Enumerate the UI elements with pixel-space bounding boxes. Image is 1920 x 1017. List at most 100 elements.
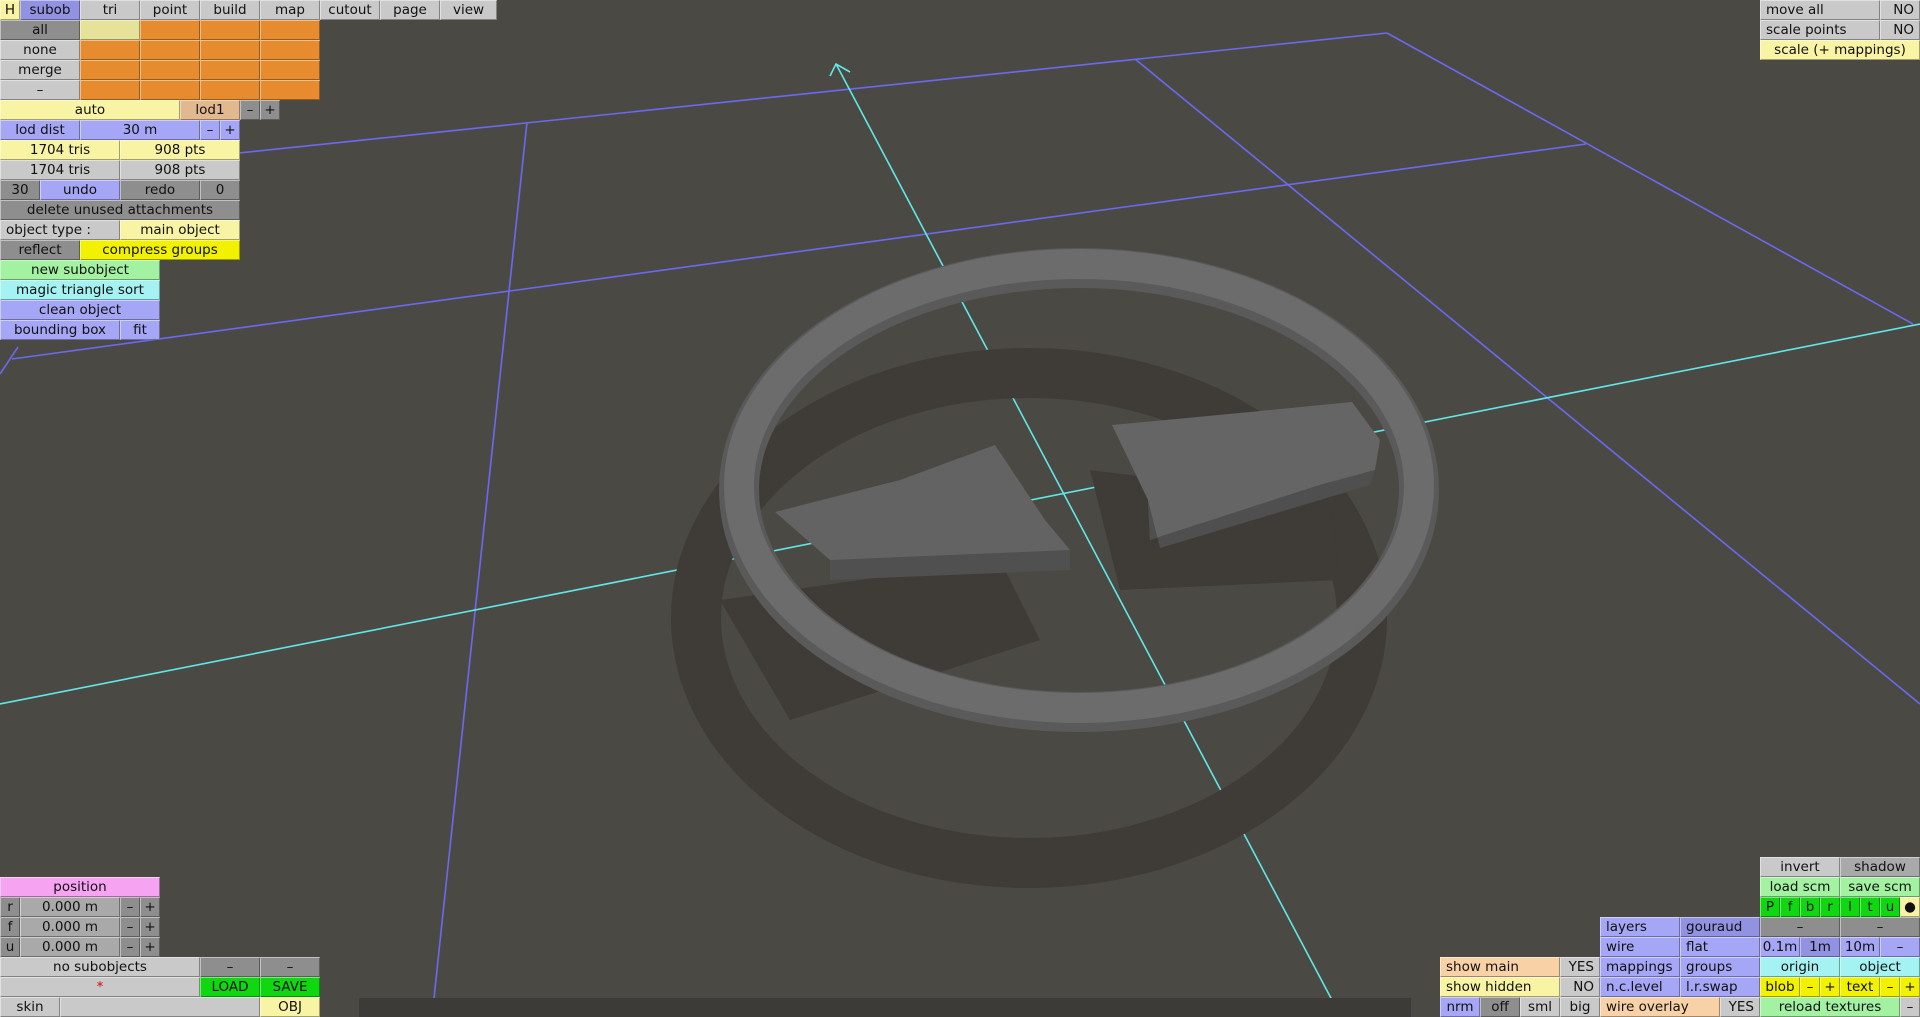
view-u[interactable]: u — [1880, 897, 1900, 917]
move-all-toggle[interactable]: move all — [1760, 0, 1880, 20]
tab-point[interactable]: point — [140, 0, 200, 20]
save-button[interactable]: SAVE — [260, 977, 320, 997]
normals-off[interactable]: off — [1480, 997, 1520, 1017]
show-main-toggle[interactable]: show main — [1440, 957, 1560, 977]
swatch[interactable] — [140, 40, 200, 60]
save-scm-button[interactable]: save scm — [1840, 877, 1920, 897]
tab-view[interactable]: view — [440, 0, 497, 20]
layers-button[interactable]: layers — [1600, 917, 1680, 937]
magic-sort-button[interactable]: magic triangle sort — [0, 280, 160, 300]
pos-r-minus[interactable]: – — [120, 897, 140, 917]
tab-page[interactable]: page — [380, 0, 440, 20]
groups-button[interactable]: groups — [1680, 957, 1760, 977]
merge-button[interactable]: merge — [0, 60, 80, 80]
view-p[interactable]: P — [1760, 897, 1780, 917]
origin-button[interactable]: origin — [1760, 957, 1840, 977]
reload-textures-button[interactable]: reload textures — [1760, 997, 1900, 1017]
tab-tri[interactable]: tri — [80, 0, 140, 20]
pos-u-value[interactable]: 0.000 m — [20, 937, 120, 957]
swatch[interactable] — [200, 20, 260, 40]
lod-plus-button[interactable]: + — [260, 100, 280, 120]
gouraud-button[interactable]: gouraud — [1680, 917, 1760, 937]
grid-10m[interactable]: 10m — [1840, 937, 1880, 957]
view-t[interactable]: t — [1860, 897, 1880, 917]
filename-field[interactable]: * — [0, 977, 200, 997]
normals-sml[interactable]: sml — [1520, 997, 1560, 1017]
fit-button[interactable]: fit — [120, 320, 160, 340]
swatch[interactable] — [200, 40, 260, 60]
lod-auto-button[interactable]: auto — [0, 100, 180, 120]
shadow-button[interactable]: shadow — [1840, 857, 1920, 877]
redo-button[interactable]: redo — [120, 180, 200, 200]
object-button[interactable]: object — [1840, 957, 1920, 977]
wire-overlay-value[interactable]: YES — [1720, 997, 1760, 1017]
pos-r-value[interactable]: 0.000 m — [20, 897, 120, 917]
text-plus[interactable]: + — [1900, 977, 1920, 997]
tab-build[interactable]: build — [200, 0, 260, 20]
swatch[interactable] — [80, 80, 140, 100]
dash-button[interactable]: – — [0, 80, 80, 100]
swatch[interactable] — [200, 60, 260, 80]
wire-button[interactable]: wire — [1600, 937, 1680, 957]
swatch[interactable] — [260, 80, 320, 100]
dash-button[interactable]: – — [1840, 917, 1920, 937]
subobject-dash-2[interactable]: – — [260, 957, 320, 977]
subobject-dash-1[interactable]: – — [200, 957, 260, 977]
lod-dist-value[interactable]: 30 m — [80, 120, 200, 140]
load-scm-button[interactable]: load scm — [1760, 877, 1840, 897]
blob-button[interactable]: blob — [1760, 977, 1800, 997]
lod-minus-button[interactable]: – — [240, 100, 260, 120]
move-all-value[interactable]: NO — [1880, 0, 1920, 20]
pos-u-minus[interactable]: – — [120, 937, 140, 957]
grid-0-1m[interactable]: 0.1m — [1760, 937, 1800, 957]
skin-field[interactable] — [60, 997, 260, 1017]
swatch[interactable] — [140, 20, 200, 40]
viewport-3d[interactable] — [0, 0, 1920, 1017]
undo-button[interactable]: undo — [40, 180, 120, 200]
dash-button[interactable]: – — [1760, 917, 1840, 937]
wire-overlay-toggle[interactable]: wire overlay — [1600, 997, 1720, 1017]
menu-h[interactable]: H — [0, 0, 20, 20]
swatch[interactable] — [140, 60, 200, 80]
blob-minus[interactable]: – — [1800, 977, 1820, 997]
swatch[interactable] — [260, 20, 320, 40]
show-hidden-value[interactable]: NO — [1560, 977, 1600, 997]
swatch[interactable] — [200, 80, 260, 100]
reload-minus[interactable]: – — [1900, 997, 1920, 1017]
swatch[interactable] — [140, 80, 200, 100]
view-dot[interactable]: ● — [1900, 897, 1920, 917]
bounding-box-button[interactable]: bounding box — [0, 320, 120, 340]
subobject-select[interactable]: no subobjects — [0, 957, 200, 977]
select-all-button[interactable]: all — [0, 20, 80, 40]
mappings-button[interactable]: mappings — [1600, 957, 1680, 977]
nc-level-button[interactable]: n.c.level — [1600, 977, 1680, 997]
lod-dist-plus[interactable]: + — [220, 120, 240, 140]
tab-subob[interactable]: subob — [20, 0, 80, 20]
lr-swap-button[interactable]: l.r.swap — [1680, 977, 1760, 997]
tab-cutout[interactable]: cutout — [320, 0, 380, 20]
flat-button[interactable]: flat — [1680, 937, 1760, 957]
show-hidden-toggle[interactable]: show hidden — [1440, 977, 1560, 997]
reflect-button[interactable]: reflect — [0, 240, 80, 260]
pos-u-plus[interactable]: + — [140, 937, 160, 957]
pos-f-minus[interactable]: – — [120, 917, 140, 937]
normals-big[interactable]: big — [1560, 997, 1600, 1017]
lod-level-button[interactable]: lod1 — [180, 100, 240, 120]
scale-points-toggle[interactable]: scale points — [1760, 20, 1880, 40]
swatch[interactable] — [80, 40, 140, 60]
lod-dist-minus[interactable]: – — [200, 120, 220, 140]
pos-f-value[interactable]: 0.000 m — [20, 917, 120, 937]
text-button[interactable]: text — [1840, 977, 1880, 997]
grid-minus[interactable]: – — [1880, 937, 1920, 957]
scale-points-value[interactable]: NO — [1880, 20, 1920, 40]
swatch[interactable] — [260, 40, 320, 60]
new-subobject-button[interactable]: new subobject — [0, 260, 160, 280]
text-minus[interactable]: – — [1880, 977, 1900, 997]
invert-button[interactable]: invert — [1760, 857, 1840, 877]
swatch[interactable] — [80, 60, 140, 80]
grid-1m[interactable]: 1m — [1800, 937, 1840, 957]
load-button[interactable]: LOAD — [200, 977, 260, 997]
scale-mappings-button[interactable]: scale (+ mappings) — [1760, 40, 1920, 60]
obj-button[interactable]: OBJ — [260, 997, 320, 1017]
view-r[interactable]: r — [1820, 897, 1840, 917]
